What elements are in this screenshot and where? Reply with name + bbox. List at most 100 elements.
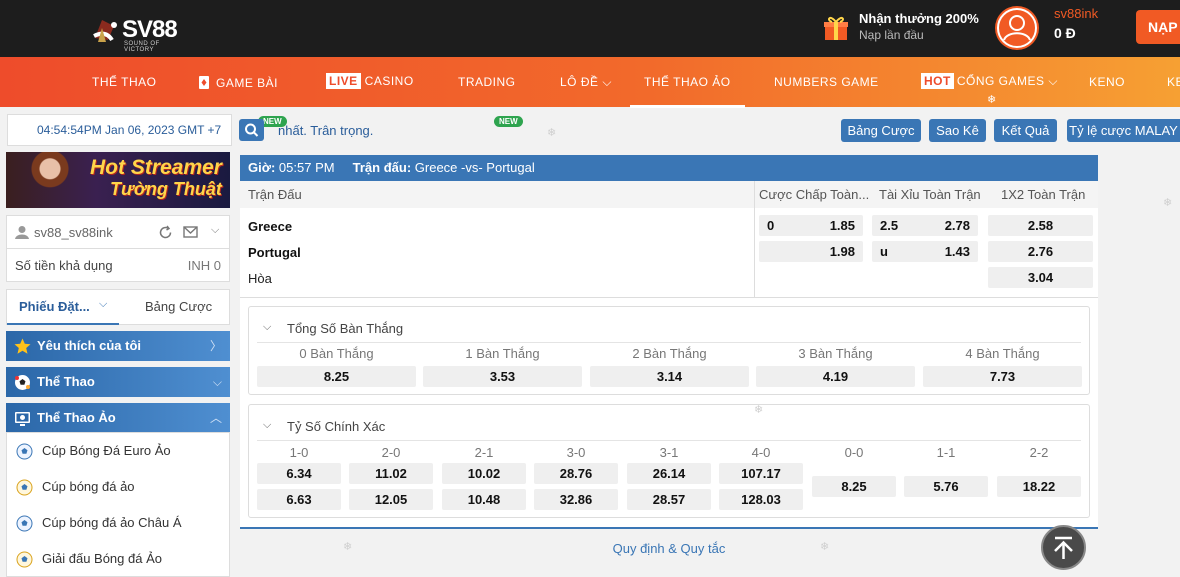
rules-link[interactable]: Quy định & Quy tắc (240, 541, 1098, 556)
live-label: LIVE (326, 73, 361, 89)
nav-game-bai[interactable]: GAME BÀI (198, 75, 278, 90)
sidebar-username: sv88_sv88ink (34, 225, 113, 240)
nav-cong-games[interactable]: HOT CỔNG GAMES ⌵ (921, 73, 1058, 89)
promo-subtitle[interactable]: Nạp lần đầu (859, 28, 924, 42)
odds-value: 1.43 (944, 244, 970, 259)
arrow-up-icon (1054, 536, 1073, 559)
odds-1x2-home[interactable]: 2.58 (988, 215, 1093, 236)
nav-live-casino[interactable]: LIVE CASINO (326, 73, 414, 89)
list-item-label: Cúp bóng đá ảo Châu Á (42, 515, 182, 530)
logo-subtitle: SOUND OF VICTORY (124, 41, 160, 53)
bet-slip-tabs: Phiếu Đặt... ⌵ Bảng Cược (6, 289, 230, 325)
divider (240, 297, 1098, 298)
list-item[interactable]: Cúp bóng đá ảo Châu Á (7, 505, 231, 541)
nav-label: CỔNG GAMES (956, 74, 1045, 88)
chevron-down-icon[interactable]: ⌵ (211, 224, 219, 237)
balance-value: INH 0 (187, 258, 221, 273)
user-avatar-icon (997, 8, 1037, 48)
search-button[interactable] (239, 119, 264, 141)
odds-total-goals[interactable]: 8.25 (257, 366, 416, 387)
tab-label: Phiếu Đặt... (19, 299, 90, 314)
list-item[interactable]: Cúp Bóng Đá Euro Ảo (7, 433, 231, 469)
nav-ke[interactable]: KE (1167, 75, 1180, 89)
deposit-button[interactable]: NẠP (1136, 10, 1180, 44)
odds-total-goals[interactable]: 7.73 (923, 366, 1082, 387)
list-item[interactable]: Cúp bóng đá ảo (7, 469, 231, 505)
odds-score-away[interactable]: 12.05 (349, 489, 433, 510)
section-label: Yêu thích của tôi (37, 338, 142, 353)
snowflake-icon: ❄ (547, 127, 557, 139)
nav-label: THỂ THAO (92, 75, 157, 89)
odds-1x2-draw[interactable]: 3.04 (988, 267, 1093, 288)
scroll-to-top-button[interactable] (1041, 525, 1086, 570)
logo[interactable]: SV88 SOUND OF VICTORY (92, 10, 182, 53)
odds-type-button[interactable]: Tỷ lệ cược MALAY (1067, 119, 1180, 142)
virtual-sports-list: Cúp Bóng Đá Euro Ảo Cúp bóng đá ảo Cúp b… (6, 432, 230, 577)
nav-the-thao-ao[interactable]: THỂ THAO ẢO (630, 75, 745, 108)
sidebar-balance-row: Số tiền khả dụng INH 0 (6, 249, 230, 282)
odds-score-draw[interactable]: 8.25 (812, 476, 896, 497)
col-match: Trận Đấu (248, 187, 302, 202)
tab-bet-list[interactable]: Bảng Cược (119, 290, 231, 325)
odds-score-home[interactable]: 107.17 (719, 463, 803, 484)
list-item[interactable]: Giải đấu Bóng đá Ảo (7, 541, 231, 577)
odds-handicap-home[interactable]: 0 1.85 (759, 215, 863, 236)
nav-numbers-game[interactable]: NUMBERS GAME (774, 75, 879, 89)
gift-icon[interactable] (822, 14, 850, 42)
col-over-under: Tài Xỉu Toàn Trận (879, 187, 981, 202)
odds-total-goals[interactable]: 3.14 (590, 366, 749, 387)
odds-over[interactable]: 2.5 2.78 (872, 215, 978, 236)
mail-icon[interactable] (183, 226, 198, 238)
odds-score-away[interactable]: 28.57 (627, 489, 711, 510)
odds-score-away[interactable]: 6.63 (257, 489, 341, 510)
chevron-up-icon: ︿ (209, 411, 222, 425)
sidebar-virtual-sports[interactable]: Thể Thao Ảo ︿ (6, 403, 230, 433)
nav-keno[interactable]: KENO (1089, 75, 1125, 89)
odds-score-draw[interactable]: 5.76 (904, 476, 988, 497)
tab-bet-slip[interactable]: Phiếu Đặt... ⌵ (7, 290, 119, 325)
soccer-ball-icon (16, 479, 33, 496)
new-badge: NEW (494, 116, 523, 127)
refresh-icon[interactable] (158, 225, 173, 240)
bet-list-button[interactable]: Bảng Cược (841, 119, 921, 142)
odds-1x2-away[interactable]: 2.76 (988, 241, 1093, 262)
nav-lo-de[interactable]: LÔ ĐỀ ⌵ (560, 75, 612, 90)
odds-handicap-away[interactable]: 1.98 (759, 241, 863, 262)
odds-value: 1.85 (829, 218, 855, 233)
sidebar-sports[interactable]: Thể Thao ⌵ (6, 367, 230, 397)
odds-score-home[interactable]: 26.14 (627, 463, 711, 484)
sidebar-favorites[interactable]: Yêu thích của tôi 〉 (6, 331, 230, 361)
odds-score-away[interactable]: 128.03 (719, 489, 803, 510)
odds-total-goals[interactable]: 3.53 (423, 366, 582, 387)
rules-label: Quy định & Quy tắc (612, 541, 726, 556)
odds-score-away[interactable]: 10.48 (442, 489, 526, 510)
results-button[interactable]: Kết Quả (994, 119, 1057, 142)
promo-title[interactable]: Nhận thưởng 200% (859, 11, 979, 26)
chevron-down-icon[interactable]: ⌵ (263, 321, 271, 334)
avatar[interactable] (995, 6, 1039, 50)
goals-label: 2 Bàn Thắng (632, 346, 707, 361)
nav-trading[interactable]: TRADING (458, 75, 516, 89)
odds-score-draw[interactable]: 18.22 (997, 476, 1081, 497)
odds-score-home[interactable]: 6.34 (257, 463, 341, 484)
hot-streamer-banner[interactable]: Hot Streamer Tường Thuật (6, 152, 230, 208)
odds-score-home[interactable]: 28.76 (534, 463, 618, 484)
main-nav: THỂ THAO GAME BÀI NEW LIVE CASINO TRADING… (0, 57, 1180, 127)
nav-label: NUMBERS GAME (774, 75, 879, 89)
chevron-down-icon[interactable]: ⌵ (263, 419, 271, 432)
nav-the-thao[interactable]: THỂ THAO (92, 75, 156, 89)
divider (257, 342, 1081, 343)
score-label: 1-0 (289, 445, 309, 460)
username[interactable]: sv88ink (1054, 6, 1098, 21)
list-item-label: Giải đấu Bóng đá Ảo (42, 551, 162, 566)
nav-label: LÔ ĐỀ (560, 75, 599, 89)
soccer-ball-icon (16, 551, 33, 568)
snowflake-icon: ❄ (754, 404, 764, 416)
statement-button[interactable]: Sao Kê (929, 119, 986, 142)
odds-total-goals[interactable]: 4.19 (756, 366, 915, 387)
odds-score-away[interactable]: 32.86 (534, 489, 618, 510)
odds-score-home[interactable]: 11.02 (349, 463, 433, 484)
odds-under[interactable]: u 1.43 (872, 241, 978, 262)
odds-score-home[interactable]: 10.02 (442, 463, 526, 484)
user-icon (15, 226, 29, 239)
